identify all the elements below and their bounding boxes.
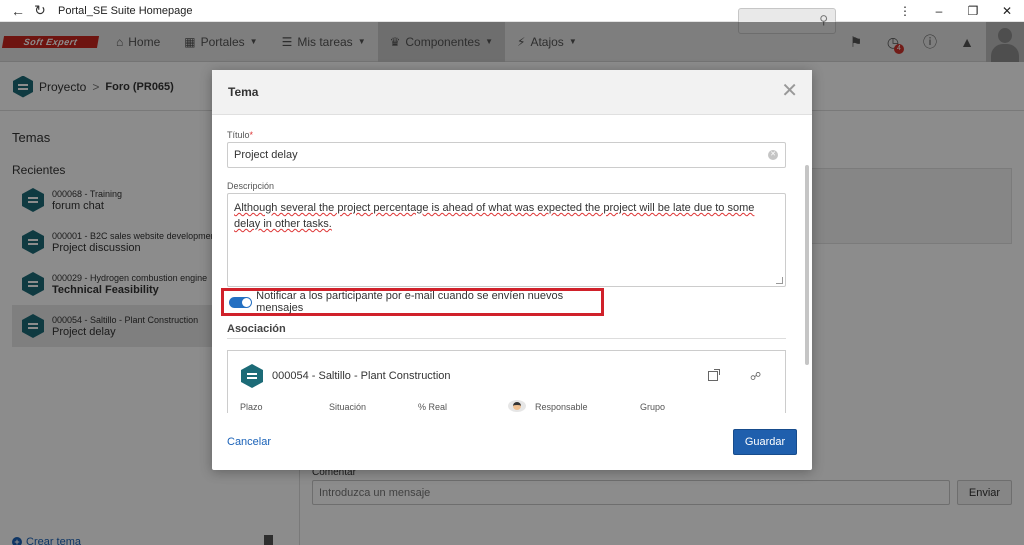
title-field-label: Título* (227, 130, 254, 140)
association-divider (227, 338, 786, 339)
window-controls: ⋮ – ❐ ✕ (888, 0, 1024, 22)
external-link-icon[interactable] (708, 369, 720, 381)
unlink-icon[interactable]: ☍ (750, 370, 761, 383)
title-input-value: Project delay (234, 149, 298, 161)
close-icon[interactable]: ✕ (990, 0, 1024, 22)
column-plazo: Plazo (240, 402, 263, 412)
description-textarea[interactable]: Although several the project percentage … (227, 193, 786, 287)
restore-icon[interactable]: ❐ (956, 0, 990, 22)
association-card: 000054 - Saltillo - Plant Construction ☍… (227, 350, 786, 413)
user-icon (508, 400, 526, 412)
description-value: Although several the project percentage … (234, 202, 755, 230)
clear-icon[interactable]: ✕ (768, 150, 778, 160)
notify-toggle[interactable] (229, 296, 253, 308)
more-vertical-icon[interactable]: ⋮ (888, 0, 922, 22)
notify-label: Notificar a los participante por e-mail … (256, 290, 564, 314)
close-icon[interactable]: ✕ (781, 81, 798, 101)
modal-header: Tema ✕ (212, 70, 812, 115)
reload-icon[interactable]: ↻ (30, 1, 50, 21)
column-responsable: Responsable (535, 402, 588, 412)
project-hex-icon (241, 364, 263, 388)
column-situacion: Situación (329, 402, 367, 412)
cancel-button[interactable]: Cancelar (227, 436, 271, 448)
modal-body: Título* Project delay ✕ Descripción Alth… (212, 115, 812, 413)
association-title: Asociación (227, 323, 286, 335)
back-arrow-icon[interactable]: ← (8, 1, 28, 21)
column-grupo: Grupo (640, 402, 666, 412)
resize-handle-icon[interactable] (776, 277, 783, 284)
required-mark: * (249, 130, 254, 140)
modal-scrollbar[interactable] (805, 165, 809, 365)
save-button[interactable]: Guardar (733, 429, 797, 455)
notify-toggle-row: Notificar a los participante por e-mail … (221, 288, 604, 316)
description-label: Descripción (227, 181, 275, 191)
browser-titlebar: ← ↻ Portal_SE Suite Homepage ⋮ – ❐ ✕ (0, 0, 1024, 22)
modal-title: Tema (228, 85, 259, 99)
browser-title: Portal_SE Suite Homepage (58, 4, 193, 17)
modal-footer: Cancelar Guardar (212, 413, 812, 470)
column-real: % Real (418, 402, 448, 412)
association-name[interactable]: 000054 - Saltillo - Plant Construction (272, 370, 451, 382)
topic-modal: Tema ✕ Título* Project delay ✕ Descripci… (212, 70, 812, 470)
minimize-icon[interactable]: – (922, 0, 956, 22)
title-input[interactable]: Project delay ✕ (227, 142, 786, 168)
